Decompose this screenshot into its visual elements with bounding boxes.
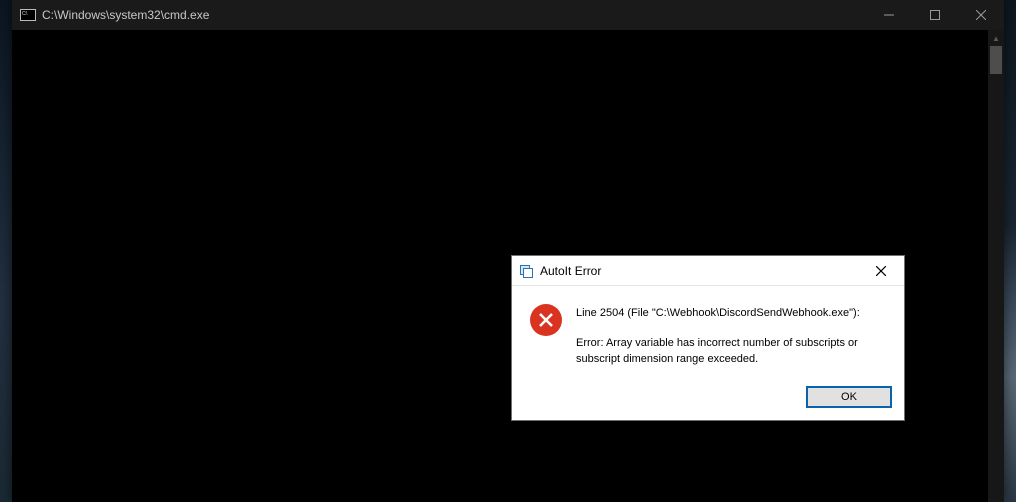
- autoit-app-icon: [518, 263, 534, 279]
- cmd-scrollbar[interactable]: ▲: [988, 30, 1004, 502]
- minimize-button[interactable]: [866, 0, 912, 30]
- scroll-up-arrow-icon[interactable]: ▲: [988, 30, 1004, 46]
- dialog-close-button[interactable]: [862, 259, 900, 283]
- dialog-message-line1: Line 2504 (File "C:\Webhook\DiscordSendW…: [576, 306, 888, 322]
- dialog-content: Line 2504 (File "C:\Webhook\DiscordSendW…: [512, 286, 904, 376]
- dialog-message: Line 2504 (File "C:\Webhook\DiscordSendW…: [576, 304, 888, 368]
- scroll-thumb[interactable]: [990, 46, 1002, 74]
- cmd-titlebar[interactable]: C:\Windows\system32\cmd.exe: [12, 0, 1004, 30]
- dialog-message-line2: Error: Array variable has incorrect numb…: [576, 336, 888, 368]
- error-dialog: AutoIt Error Line 2504 (File "C:\Webhook…: [511, 255, 905, 421]
- dialog-title: AutoIt Error: [540, 264, 601, 278]
- error-icon: [530, 304, 562, 336]
- cmd-app-icon: [20, 9, 36, 21]
- dialog-titlebar[interactable]: AutoIt Error: [512, 256, 904, 286]
- cmd-title: C:\Windows\system32\cmd.exe: [42, 8, 209, 22]
- close-button[interactable]: [958, 0, 1004, 30]
- dialog-button-row: OK: [512, 376, 904, 420]
- ok-button[interactable]: OK: [806, 386, 892, 408]
- cmd-window: C:\Windows\system32\cmd.exe ▲: [12, 0, 1004, 502]
- maximize-button[interactable]: [912, 0, 958, 30]
- desktop-background-sliver: [0, 0, 12, 502]
